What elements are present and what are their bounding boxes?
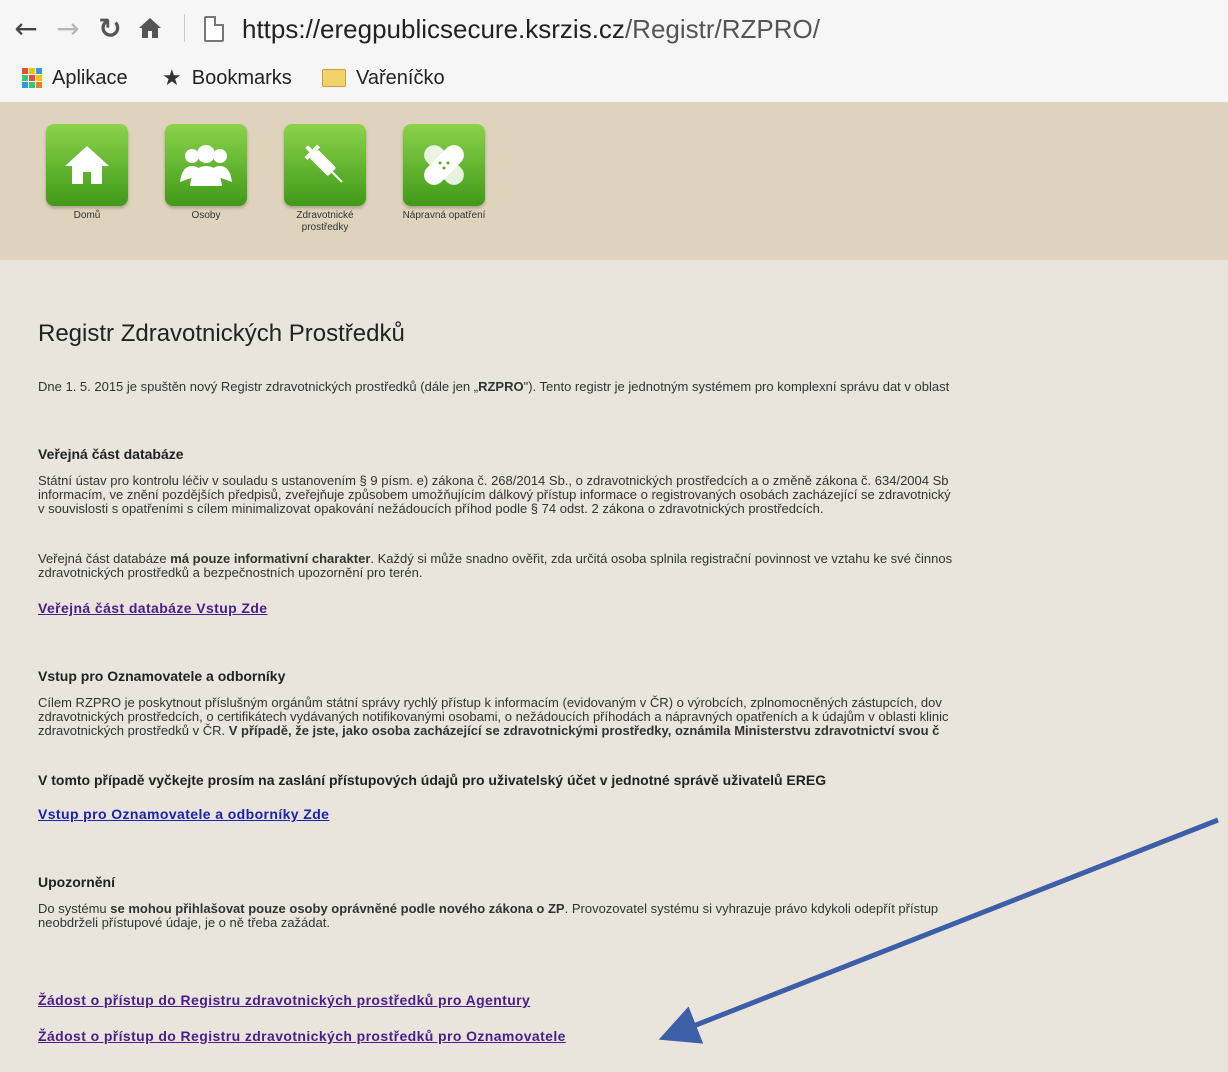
bookmark-label: Aplikace (52, 67, 128, 89)
intro-text: Dne 1. 5. 2015 je spuštěn nový Registr z… (38, 380, 949, 394)
bookmark-bookmarks[interactable]: ★ Bookmarks (162, 64, 292, 92)
nav-tile-people[interactable] (165, 124, 247, 206)
intro-bold: RZPRO (478, 379, 524, 394)
url-path: /Registr/RZPRO/ (624, 14, 820, 44)
main-content: Registr Zdravotnických Prostředků Dne 1.… (0, 260, 1228, 1072)
bandage-icon (424, 145, 464, 185)
toolbar-separator (184, 14, 185, 42)
apps-grid-icon (22, 68, 42, 88)
text-bold: V případě, že jste, jako osoba zacházejí… (228, 723, 940, 738)
bookmark-apps[interactable]: Aplikace (22, 64, 128, 92)
nav-tile-home[interactable] (46, 124, 128, 206)
bookmark-folder[interactable]: Vařeníčko (322, 64, 445, 92)
address-bar[interactable]: https://eregpublicsecure.ksrzis.cz/Regis… (242, 12, 820, 46)
home-icon[interactable] (132, 10, 168, 46)
people-icon (180, 145, 232, 186)
paragraph-line: Veřejná část databáze má pouze informati… (38, 552, 952, 566)
url-host: https://eregpublicsecure.ksrzis.cz (242, 14, 625, 44)
notice-bold-line: V tomto případě vyčkejte prosím na zaslá… (38, 772, 827, 788)
section-heading: Veřejná část databáze (38, 446, 184, 462)
folder-icon (322, 69, 346, 87)
page-title: Registr Zdravotnických Prostředků (38, 320, 405, 347)
text-part: Veřejná část databáze (38, 551, 171, 566)
bookmark-label: Bookmarks (191, 67, 292, 89)
paragraph-line: v souvislosti s opatřeními s cílem minim… (38, 501, 824, 516)
site-nav-band: Domů Osoby Zdravotnické prostředky Nápra… (0, 102, 1228, 260)
nav-tile-label: Osoby (191, 210, 221, 221)
browser-chrome: ← → ↻ https://eregpublicsecure.ksrzis.cz… (0, 0, 1228, 103)
paragraph-line: zdravotnických prostředků v ČR. V případ… (38, 724, 939, 738)
text-part: . Každý si může snadno ověřit, zda určit… (370, 551, 953, 566)
nav-tile-label: Domů (73, 210, 101, 221)
access-request-notifier-link[interactable]: Žádost o přístup do Registru zdravotnick… (38, 1028, 566, 1044)
paragraph-line: zdravotnických prostředcích, o certifiká… (38, 709, 949, 724)
intro-part: Dne 1. 5. 2015 je spuštěn nový Registr z… (38, 379, 479, 394)
section-heading: Vstup pro Oznamovatele a odborníky (38, 668, 286, 684)
nav-tile-devices[interactable] (284, 124, 366, 206)
page-icon (204, 16, 224, 42)
paragraph-line: Státní ústav pro kontrolu léčiv v soulad… (38, 473, 949, 488)
notifier-login-link[interactable]: Vstup pro Oznamovatele a odborníky Zde (38, 806, 329, 822)
paragraph-line: informacím, ve znění pozdějších předpisů… (38, 487, 951, 502)
text-bold: se mohou přihlašovat pouze osoby oprávně… (110, 901, 565, 916)
syringe-icon (304, 144, 343, 183)
nav-tile-label: Nápravná opatření (402, 210, 486, 221)
house-icon (65, 146, 109, 184)
paragraph-line: Cílem RZPRO je poskytnout příslušným org… (38, 695, 942, 710)
bookmark-label: Vařeníčko (356, 67, 445, 89)
reload-icon[interactable]: ↻ (92, 10, 128, 46)
text-part: . Provozovatel systému si vyhrazuje práv… (564, 901, 939, 916)
nav-tile-label: Zdravotnické prostředky (296, 210, 354, 233)
public-database-link[interactable]: Veřejná část databáze Vstup Zde (38, 600, 267, 616)
browser-toolbar: ← → ↻ https://eregpublicsecure.ksrzis.cz… (0, 0, 1228, 58)
forward-arrow-icon[interactable]: → (50, 10, 86, 46)
paragraph-line: Do systému se mohou přihlašovat pouze os… (38, 902, 938, 916)
star-icon: ★ (162, 65, 182, 90)
intro-part: "). Tento registr je jednotným systémem … (523, 379, 950, 394)
text-part: zdravotnických prostředků v ČR. (38, 723, 229, 738)
nav-tile-corrective[interactable] (403, 124, 485, 206)
access-request-agency-link[interactable]: Žádost o přístup do Registru zdravotnick… (38, 992, 530, 1008)
section-heading: Upozornění (38, 874, 115, 890)
text-bold: má pouze informativní charakter (170, 551, 371, 566)
back-arrow-icon[interactable]: ← (8, 10, 44, 46)
bookmarks-bar: Aplikace ★ Bookmarks Vařeníčko (0, 58, 1228, 98)
text-part: Do systému (38, 901, 111, 916)
paragraph-line: neobdrželi přístupové údaje, je o ně tře… (38, 915, 330, 930)
paragraph-line: zdravotnických prostředků a bezpečnostní… (38, 565, 423, 580)
